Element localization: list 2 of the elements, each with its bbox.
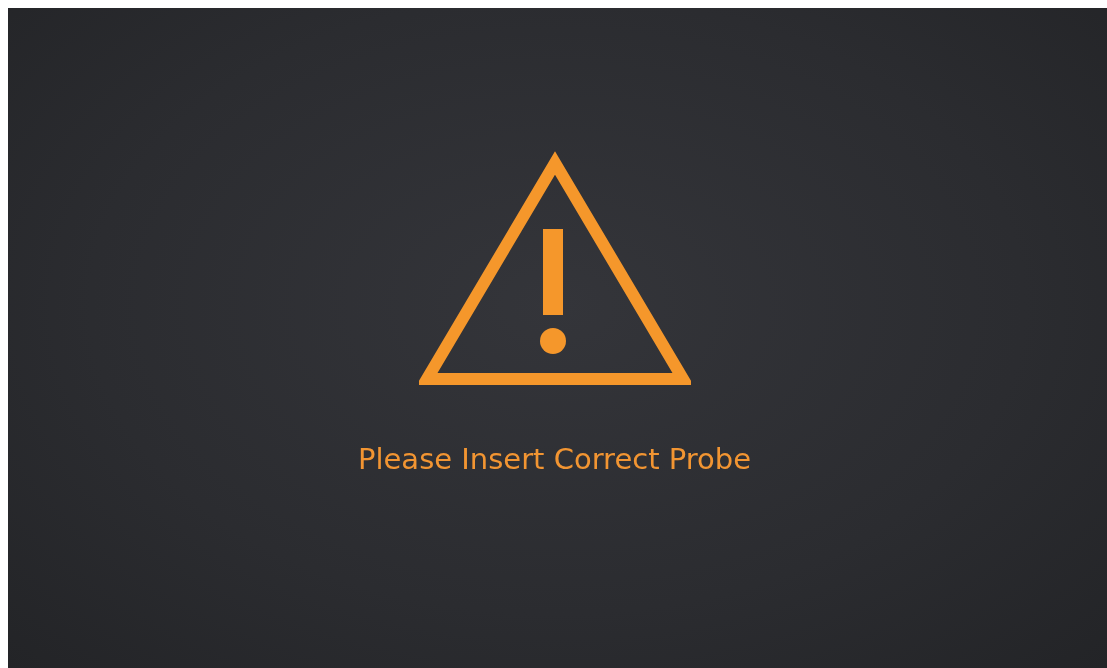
warning-icon xyxy=(418,151,691,387)
probe-message: Please Insert Correct Probe xyxy=(357,442,751,476)
